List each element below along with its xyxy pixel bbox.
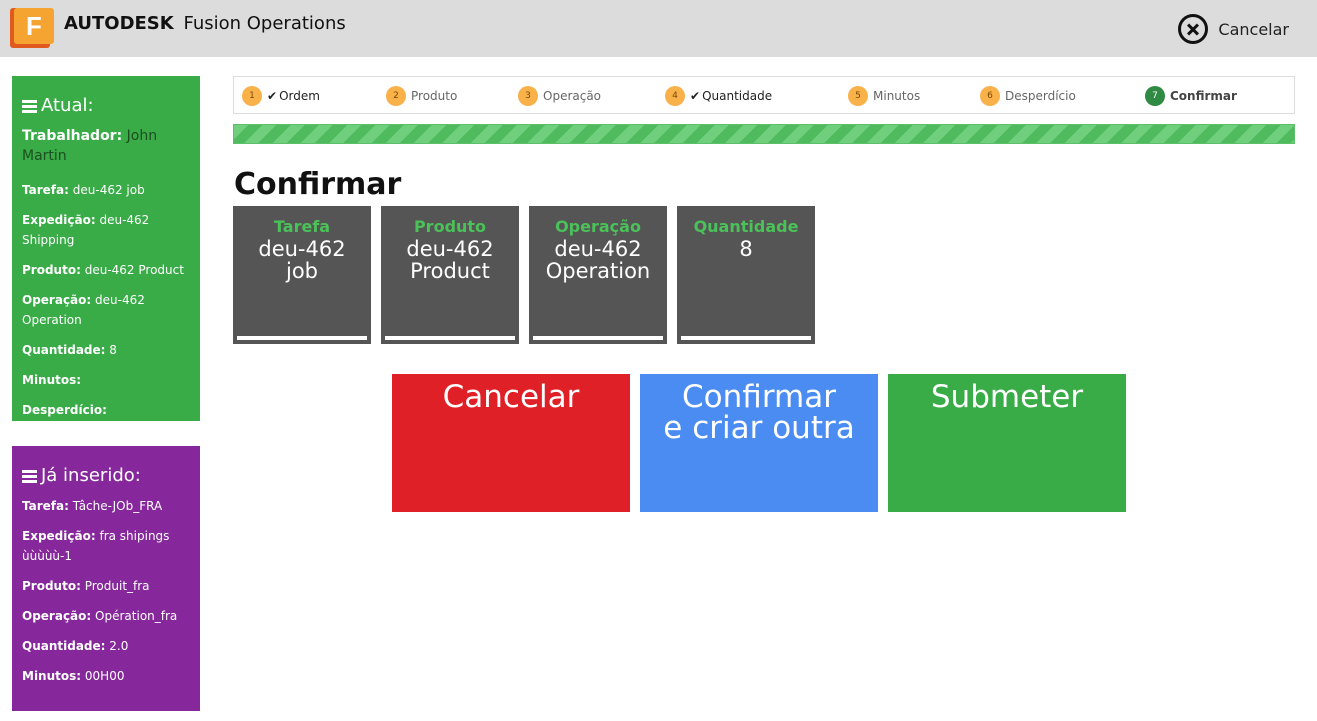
summary-card-produto: Produto deu-462 Product — [381, 206, 519, 344]
entered-panel-title: Já inserido: — [22, 464, 190, 488]
card-value-line: deu-462 — [258, 237, 346, 261]
step-confirmar[interactable]: 7 Confirmar — [1145, 86, 1237, 106]
step-quantidade[interactable]: 4 ✔ Quantidade — [665, 86, 772, 106]
card-value-line: Operation — [545, 259, 651, 283]
cancel-button-label[interactable]: Cancelar — [392, 382, 630, 413]
brand-name: Fusion Operations — [183, 13, 346, 34]
current-field-produto: Produto: deu-462 Product — [22, 263, 184, 277]
step-number: 1 — [242, 86, 262, 106]
card-underline — [681, 336, 811, 340]
current-field-desperdicio: Desperdício: — [22, 403, 107, 417]
card-title: Produto — [413, 217, 487, 236]
entered-panel: Já inserido: Tarefa: Tâche-JOb_FRA Exped… — [12, 446, 200, 711]
card-value-line: Product — [410, 259, 490, 283]
card-value-line: job — [285, 259, 318, 283]
current-title-text: Atual: — [41, 95, 94, 116]
menu-icon — [22, 469, 37, 483]
entered-field-tarefa: Tarefa: Tâche-JOb_FRA — [22, 499, 163, 513]
step-produto[interactable]: 2 Produto — [386, 86, 457, 106]
current-field-expedicao: Expedição: deu-462 Shipping — [22, 213, 150, 247]
step-operacao[interactable]: 3 Operação — [518, 86, 601, 106]
step-desperdicio[interactable]: 6 Desperdício — [980, 86, 1076, 106]
step-label: Confirmar — [1170, 89, 1237, 103]
header-cancel-button[interactable]: Cancelar — [1178, 14, 1289, 44]
card-title: Tarefa — [273, 217, 331, 236]
summary-card-operacao: Operação deu-462 Operation — [529, 206, 667, 344]
card-value-line: deu-462 — [406, 237, 494, 261]
step-number: 5 — [848, 86, 868, 106]
menu-icon — [22, 99, 37, 113]
card-title: Quantidade — [693, 217, 799, 236]
card-value-line: deu-462 — [554, 237, 642, 261]
entered-field-expedicao: Expedição: fra shipings ùùùùù-1 — [22, 529, 170, 563]
step-label: Produto — [411, 89, 458, 103]
step-number: 4 — [665, 86, 685, 106]
step-number: 3 — [518, 86, 538, 106]
checkmark-icon: ✔ — [267, 89, 278, 103]
confirm-button-label-line1[interactable]: Confirmar — [640, 382, 878, 413]
confirm-and-create-button[interactable]: Confirmar e criar outra — [640, 374, 878, 512]
step-number: 7 — [1145, 86, 1165, 106]
page-title: Confirmar — [234, 167, 402, 202]
current-field-tarefa: Tarefa: deu-462 job — [22, 183, 145, 197]
summary-card-tarefa: Tarefa deu-462 job — [233, 206, 371, 344]
brand-bold: AUTODESK — [64, 13, 174, 34]
card-title: Operação — [555, 217, 641, 236]
entered-field-produto: Produto: Produit_fra — [22, 579, 150, 593]
entered-field-operacao: Operação: Opération_fra — [22, 609, 178, 623]
step-number: 2 — [386, 86, 406, 106]
submit-button-label[interactable]: Submeter — [888, 382, 1126, 413]
step-label: Ordem — [279, 89, 320, 103]
confirm-button-label-line2[interactable]: e criar outra — [640, 413, 878, 444]
app-header: F AUTODESK Fusion Operations Cancelar — [0, 0, 1317, 57]
current-field-quantidade: Quantidade: 8 — [22, 343, 117, 357]
wizard-steps: 1 ✔ Ordem 2 Produto 3 Operação 4 ✔ Quant… — [233, 76, 1295, 114]
progress-bar — [233, 124, 1295, 144]
submit-button[interactable]: Submeter — [888, 374, 1126, 512]
worker-info: Trabalhador: John Martin — [22, 128, 158, 164]
entered-field-minutos: Minutos: 00H00 — [22, 669, 125, 683]
worker-label: Trabalhador — [22, 128, 117, 144]
logo-letter: F — [14, 8, 54, 44]
summary-card-quantidade: Quantidade 8 — [677, 206, 815, 344]
step-label: Desperdício — [1005, 89, 1076, 103]
current-panel-title: Atual: — [22, 94, 190, 118]
header-cancel-label[interactable]: Cancelar — [1218, 20, 1289, 39]
current-field-operacao: Operação: deu-462 Operation — [22, 293, 145, 327]
step-label: Quantidade — [702, 89, 773, 103]
step-minutos[interactable]: 5 Minutos — [848, 86, 920, 106]
checkmark-icon: ✔ — [690, 89, 701, 103]
close-circle-icon[interactable] — [1178, 14, 1209, 44]
current-field-minutos: Minutos: — [22, 373, 82, 387]
brand-title: AUTODESK Fusion Operations — [64, 12, 346, 36]
current-panel: Atual: Trabalhador: John Martin Tarefa: … — [12, 76, 200, 421]
entered-title-text: Já inserido: — [41, 465, 141, 486]
card-value-line: 8 — [739, 237, 753, 261]
cancel-button[interactable]: Cancelar — [392, 374, 630, 512]
card-underline — [385, 336, 515, 340]
card-underline — [533, 336, 663, 340]
entered-field-quantidade: Quantidade: 2.0 — [22, 639, 129, 653]
step-label: Minutos — [873, 89, 921, 103]
card-underline — [237, 336, 367, 340]
step-number: 6 — [980, 86, 1000, 106]
fusion-logo: F — [10, 8, 54, 48]
step-label: Operação — [543, 89, 602, 103]
step-ordem[interactable]: 1 ✔ Ordem — [242, 86, 320, 106]
